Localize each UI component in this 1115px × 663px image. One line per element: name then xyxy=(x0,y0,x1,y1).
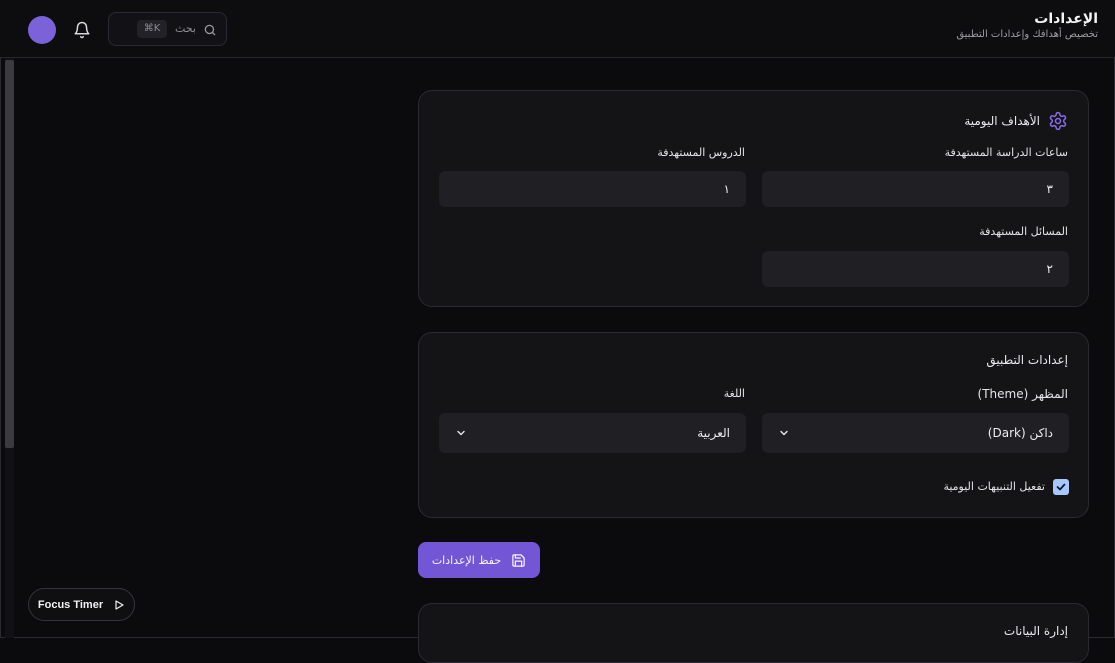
language-value: العربية xyxy=(697,426,730,440)
data-management-header: إدارة البيانات xyxy=(1004,624,1068,638)
bell-icon[interactable] xyxy=(73,21,91,39)
language-select[interactable]: العربية xyxy=(439,413,746,453)
save-button-label: حفظ الإعدادات xyxy=(431,553,502,567)
notifications-checkbox[interactable] xyxy=(1053,479,1069,495)
check-icon xyxy=(1056,483,1066,491)
search-box[interactable]: ⌘K بحث xyxy=(108,12,227,46)
gear-icon xyxy=(1049,111,1067,131)
theme-label: المظهر (Theme) xyxy=(977,387,1069,401)
chevron-down-icon xyxy=(457,430,465,436)
lessons-input[interactable]: ١ xyxy=(439,171,746,207)
daily-goals-header: الأهداف اليومية xyxy=(964,111,1068,131)
theme-select[interactable]: داكن (Dark) xyxy=(762,413,1069,453)
page-heading: الإعدادات تخصيص أهدافك وإعدادات التطبيق xyxy=(956,11,1098,40)
study-hours-label: ساعات الدراسة المستهدفة xyxy=(944,146,1068,159)
app-settings-title: إعدادات التطبيق xyxy=(986,353,1068,367)
search-shortcut: ⌘K xyxy=(137,20,167,38)
app-settings-header: إعدادات التطبيق xyxy=(986,353,1068,367)
play-icon xyxy=(115,599,124,610)
study-hours-input[interactable]: ٣ xyxy=(762,171,1069,207)
focus-timer-button[interactable]: Focus Timer xyxy=(28,588,135,621)
top-bar: ⌘K بحث الإعدادات تخصيص أهدافك وإعدادات ا… xyxy=(0,0,1115,58)
scrollbar-thumb[interactable] xyxy=(5,60,14,448)
data-management-card: إدارة البيانات xyxy=(418,603,1089,663)
save-settings-button[interactable]: حفظ الإعدادات xyxy=(418,542,540,578)
notifications-label[interactable]: تفعيل التنبيهات اليومية xyxy=(943,480,1045,493)
data-management-title: إدارة البيانات xyxy=(1003,624,1068,638)
problems-input[interactable]: ٢ xyxy=(762,251,1069,287)
daily-goals-card: الأهداف اليومية ساعات الدراسة المستهدفة … xyxy=(418,90,1089,307)
daily-goals-title: الأهداف اليومية xyxy=(964,114,1040,128)
theme-value: داكن (Dark) xyxy=(987,426,1053,440)
chevron-down-icon xyxy=(780,430,788,436)
problems-label: المسائل المستهدفة xyxy=(979,225,1068,238)
language-label: اللغة xyxy=(723,387,745,400)
search-placeholder: بحث xyxy=(175,22,196,35)
lessons-label: الدروس المستهدفة xyxy=(657,146,745,159)
page-subtitle: تخصيص أهدافك وإعدادات التطبيق xyxy=(956,29,1098,40)
app-settings-card: إعدادات التطبيق المظهر (Theme) داكن (Dar… xyxy=(418,332,1089,518)
page-title: الإعدادات xyxy=(1034,11,1098,27)
search-icon xyxy=(204,24,216,36)
save-icon xyxy=(512,553,525,567)
focus-timer-label: Focus Timer xyxy=(37,598,104,611)
avatar[interactable] xyxy=(28,16,56,44)
